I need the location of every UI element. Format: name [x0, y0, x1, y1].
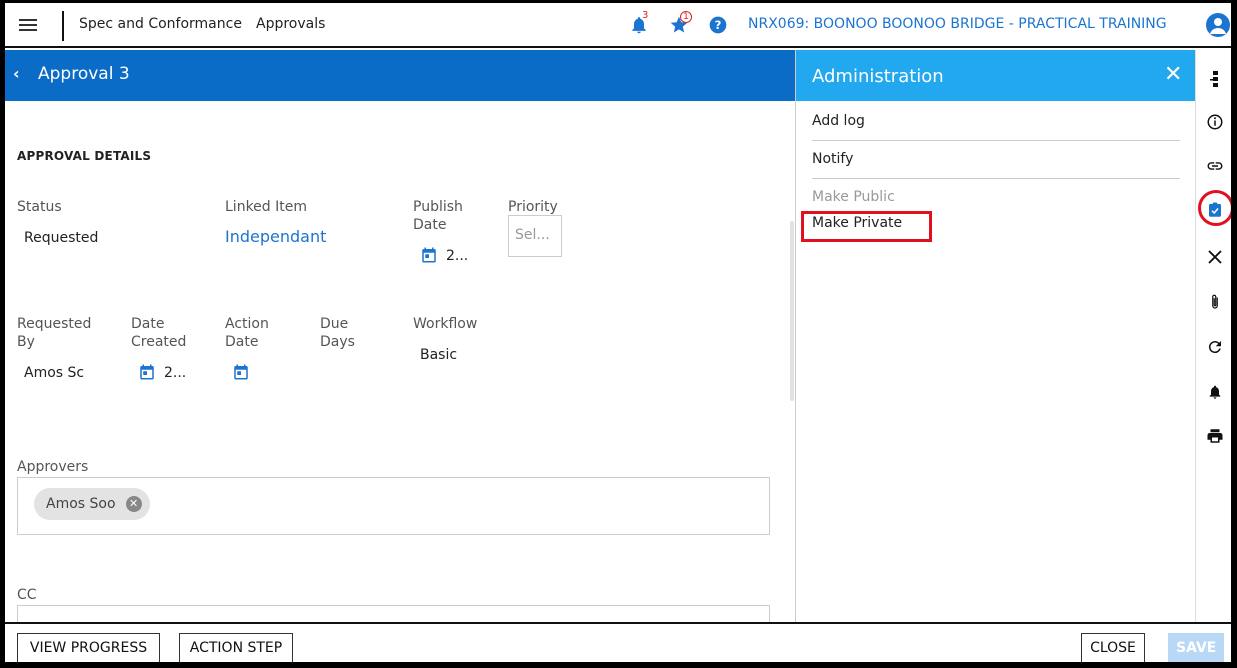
breadcrumb-page[interactable]: Approvals: [256, 16, 325, 32]
due-days-label-line1: Due: [320, 316, 349, 332]
form-scrollbar[interactable]: [790, 221, 794, 401]
close-panel-icon[interactable]: ✕: [1164, 64, 1182, 86]
date-created-label-line2: Created: [131, 334, 187, 350]
close-icon[interactable]: [1205, 247, 1225, 267]
section-title: APPROVAL DETAILS: [17, 149, 152, 163]
close-button[interactable]: CLOSE: [1081, 633, 1145, 662]
publish-date-label-line1: Publish: [413, 199, 463, 215]
date-created-value[interactable]: 2...: [164, 365, 186, 381]
view-progress-button[interactable]: VIEW PROGRESS: [17, 633, 160, 662]
help-button[interactable]: ?: [708, 15, 728, 35]
action-date-label-line2: Date: [225, 334, 259, 350]
approver-chip[interactable]: Amos Soo ✕: [34, 488, 150, 520]
linked-item-link[interactable]: Independant: [225, 227, 326, 246]
notify-item[interactable]: Notify: [812, 151, 853, 167]
menu-divider: [812, 140, 1180, 141]
action-date-calendar-icon[interactable]: [232, 363, 250, 381]
action-footer: VIEW PROGRESS ACTION STEP CLOSE SAVE: [5, 622, 1231, 662]
print-icon[interactable]: [1205, 426, 1225, 446]
info-icon[interactable]: [1205, 112, 1225, 132]
action-date-label-line1: Action: [225, 316, 269, 332]
back-chevron-icon[interactable]: ‹: [13, 64, 20, 83]
workflow-icon[interactable]: [1205, 69, 1225, 89]
notification-count-badge: 3: [642, 10, 649, 21]
notifications-button[interactable]: 3: [629, 10, 649, 35]
approvers-label: Approvers: [17, 459, 89, 475]
svg-text:?: ?: [715, 18, 722, 32]
administration-panel: Administration ✕ Add log Notify Make Pub…: [795, 50, 1196, 622]
priority-label: Priority: [508, 199, 558, 215]
requested-by-label-line2: By: [17, 334, 35, 350]
add-log-item[interactable]: Add log: [812, 113, 865, 129]
requested-by-value: Amos Sc: [24, 365, 85, 381]
breadcrumb-module[interactable]: Spec and Conformance: [79, 16, 242, 32]
publish-date-label-line2: Date: [413, 217, 447, 233]
favorites-button[interactable]: 1: [669, 11, 692, 35]
right-action-rail: [1195, 50, 1231, 622]
link-icon[interactable]: [1205, 156, 1225, 176]
status-label: Status: [17, 199, 62, 215]
user-avatar-icon[interactable]: [1206, 13, 1230, 37]
attachment-icon[interactable]: [1205, 292, 1225, 312]
approvers-field[interactable]: Amos Soo ✕: [17, 477, 770, 535]
menu-divider: [812, 178, 1180, 179]
bell-icon[interactable]: [1205, 382, 1225, 402]
action-step-button[interactable]: ACTION STEP: [179, 633, 293, 662]
workflow-value: Basic: [420, 347, 458, 363]
make-private-highlight: [801, 211, 932, 242]
workflow-label: Workflow: [413, 316, 478, 332]
date-created-label-line1: Date: [131, 316, 165, 332]
publish-date-calendar-icon[interactable]: [420, 246, 438, 264]
page-title: Approval 3: [38, 64, 130, 84]
make-public-item: Make Public: [812, 189, 895, 205]
approver-chip-label: Amos Soo: [46, 496, 116, 512]
linked-item-label: Linked Item: [225, 199, 307, 215]
due-days-label-line2: Days: [320, 334, 355, 350]
refresh-icon[interactable]: [1205, 337, 1225, 357]
status-value: Requested: [24, 230, 99, 246]
approval-form: APPROVAL DETAILS Status Requested Linked…: [5, 101, 795, 635]
record-title-bar: ‹ Approval 3: [5, 50, 795, 101]
favorites-count-badge: 1: [680, 11, 692, 23]
project-name-link[interactable]: NRX069: BOONOO BOONOO BRIDGE - PRACTICAL…: [748, 16, 1167, 32]
date-created-calendar-icon[interactable]: [138, 363, 156, 381]
administration-title: Administration: [812, 66, 944, 87]
remove-chip-icon[interactable]: ✕: [125, 496, 142, 512]
publish-date-value[interactable]: 2...: [446, 248, 468, 264]
approval-icon-highlight: [1198, 190, 1231, 226]
app-frame: Spec and Conformance Approvals 3 1 ? NRX…: [5, 3, 1231, 662]
header-divider: [62, 11, 64, 41]
cc-label: CC: [17, 587, 37, 603]
priority-select[interactable]: Sel...: [508, 215, 562, 257]
requested-by-label-line1: Requested: [17, 316, 92, 332]
help-icon: ?: [709, 16, 727, 34]
hamburger-menu-icon[interactable]: [19, 16, 37, 34]
administration-header: Administration ✕: [796, 50, 1196, 101]
top-bar: Spec and Conformance Approvals 3 1 ? NRX…: [5, 3, 1231, 48]
save-button[interactable]: SAVE: [1168, 633, 1224, 662]
